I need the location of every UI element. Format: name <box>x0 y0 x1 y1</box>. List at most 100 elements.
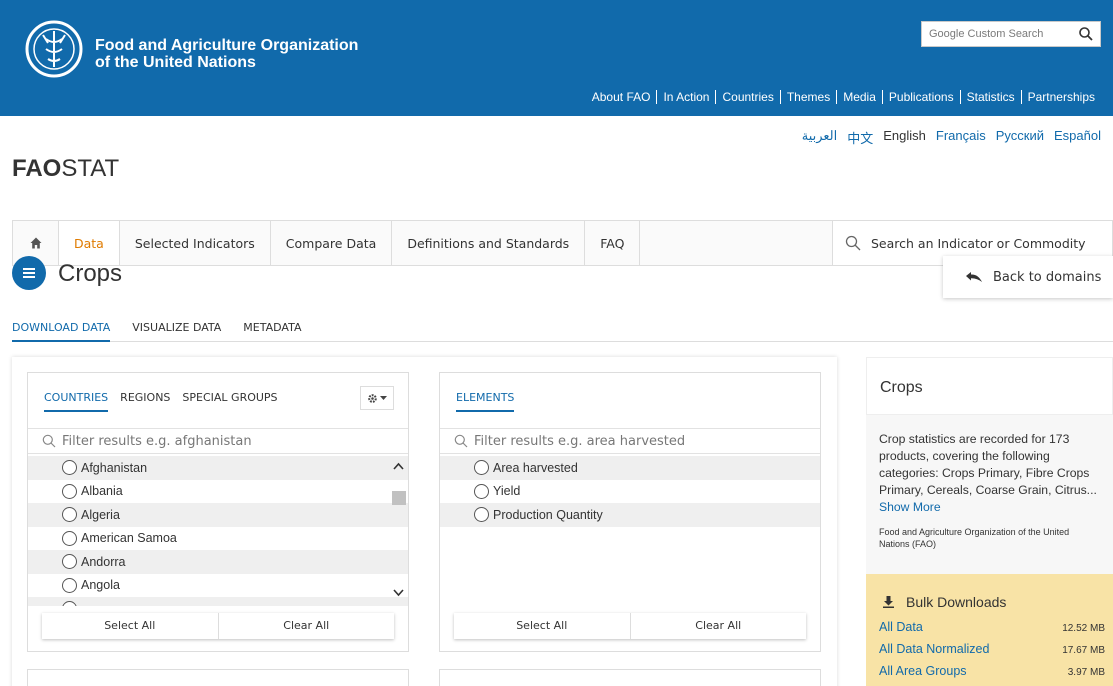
description-text: Crop statistics are recorded for 173 pro… <box>879 432 1097 497</box>
tab-countries[interactable]: COUNTRIES <box>44 391 109 412</box>
download-icon <box>883 596 894 608</box>
radio-button[interactable] <box>474 483 489 499</box>
lang-arabic[interactable]: العربية <box>802 128 838 147</box>
radio-button[interactable] <box>62 601 77 606</box>
lang-russian[interactable]: Русский <box>996 128 1044 147</box>
bulk-download-link[interactable]: All Data <box>879 620 923 634</box>
undo-icon <box>966 272 982 282</box>
domain-info-sidebar: Crops Crop statistics are recorded for 1… <box>866 357 1113 686</box>
search-icon <box>845 235 861 251</box>
list-item[interactable]: Yield <box>440 480 820 504</box>
countries-actions: Select All Clear All <box>42 613 394 639</box>
bulk-download-link[interactable]: All Area Groups <box>879 664 967 678</box>
list-item[interactable]: Afghanistan <box>28 456 408 480</box>
tab-elements[interactable]: ELEMENTS <box>456 391 515 412</box>
search-icon <box>42 434 56 448</box>
back-to-domains-button[interactable]: Back to domains <box>943 256 1113 298</box>
nav-definitions-standards[interactable]: Definitions and Standards <box>392 221 586 265</box>
bulk-download-link[interactable]: All Data Normalized <box>879 642 989 656</box>
site-header: Food and Agriculture Organization of the… <box>0 0 1113 116</box>
bulk-download-item[interactable]: All Data 12.52 MB <box>879 616 1105 638</box>
show-more-link[interactable]: Show More <box>879 500 941 514</box>
list-item[interactable] <box>28 597 408 606</box>
option-label: American Samoa <box>81 531 177 546</box>
top-nav-countries[interactable]: Countries <box>715 90 779 104</box>
countries-selector-tabs: COUNTRIES REGIONS SPECIAL GROUPS <box>44 391 278 412</box>
lang-english[interactable]: English <box>883 128 926 147</box>
elements-actions: Select All Clear All <box>454 613 806 639</box>
sidebar-description: Crop statistics are recorded for 173 pro… <box>866 415 1113 516</box>
radio-button[interactable] <box>62 530 77 546</box>
option-label: Afghanistan <box>81 460 148 475</box>
top-nav-publications[interactable]: Publications <box>881 90 960 104</box>
chevron-down-icon[interactable] <box>393 589 404 597</box>
lang-chinese[interactable]: 中文 <box>847 128 873 147</box>
google-search-box[interactable]: Google Custom Search <box>921 21 1101 47</box>
fao-logo[interactable] <box>24 19 84 79</box>
tab-regions[interactable]: REGIONS <box>120 391 170 412</box>
lang-spanish[interactable]: Español <box>1054 128 1101 147</box>
nav-selected-indicators[interactable]: Selected Indicators <box>120 221 271 265</box>
radio-button[interactable] <box>474 507 489 523</box>
radio-button[interactable] <box>62 554 77 570</box>
org-name[interactable]: Food and Agriculture Organization of the… <box>95 37 358 71</box>
bulk-download-item[interactable]: All Area Groups 3.97 MB <box>879 660 1105 682</box>
file-size: 17.67 MB <box>1062 645 1105 656</box>
tab-special-groups[interactable]: SPECIAL GROUPS <box>182 391 277 412</box>
list-item[interactable]: Area harvested <box>440 456 820 480</box>
nav-faq[interactable]: FAQ <box>585 221 641 265</box>
countries-filter-placeholder: Filter results e.g. afghanistan <box>62 433 252 449</box>
domain-menu-button[interactable] <box>12 256 46 290</box>
lang-french[interactable]: Français <box>936 128 986 147</box>
elements-filter-placeholder: Filter results e.g. area harvested <box>474 433 686 449</box>
radio-button[interactable] <box>62 507 77 523</box>
google-search-placeholder: Google Custom Search <box>929 28 1044 40</box>
nav-compare-data[interactable]: Compare Data <box>271 221 393 265</box>
top-nav-statistics[interactable]: Statistics <box>959 90 1021 104</box>
radio-button[interactable] <box>62 577 77 593</box>
select-all-button[interactable]: Select All <box>42 613 218 639</box>
list-item[interactable]: American Samoa <box>28 527 408 551</box>
tab-visualize-data[interactable]: VISUALIZE DATA <box>132 321 221 342</box>
next-selector <box>439 669 821 686</box>
countries-selector: COUNTRIES REGIONS SPECIAL GROUPS Filter … <box>27 372 409 652</box>
elements-selector: ELEMENTS Filter results e.g. area harves… <box>439 372 821 652</box>
radio-button[interactable] <box>474 460 489 476</box>
scrollbar-thumb[interactable] <box>392 491 406 505</box>
tab-metadata[interactable]: METADATA <box>243 321 301 342</box>
elements-selector-tabs: ELEMENTS <box>456 391 515 412</box>
list-item[interactable]: Andorra <box>28 550 408 574</box>
list-item[interactable]: Production Quantity <box>440 503 820 527</box>
option-label: Albania <box>81 484 123 499</box>
clear-all-button[interactable]: Clear All <box>217 613 395 639</box>
list-item[interactable]: Albania <box>28 480 408 504</box>
site-title[interactable]: FAOSTAT <box>12 155 119 183</box>
top-nav-in-action[interactable]: In Action <box>656 90 715 104</box>
top-nav-themes[interactable]: Themes <box>779 90 836 104</box>
select-all-button[interactable]: Select All <box>454 613 630 639</box>
top-nav-media[interactable]: Media <box>836 90 882 104</box>
chevron-up-icon[interactable] <box>393 462 404 470</box>
nav-data[interactable]: Data <box>59 221 120 265</box>
clear-all-button[interactable]: Clear All <box>629 613 807 639</box>
search-icon[interactable] <box>1078 26 1094 42</box>
option-label: Andorra <box>81 554 126 569</box>
radio-button[interactable] <box>62 483 77 499</box>
countries-filter[interactable]: Filter results e.g. afghanistan <box>28 428 408 454</box>
elements-filter[interactable]: Filter results e.g. area harvested <box>440 428 820 454</box>
back-to-domains-label: Back to domains <box>993 269 1102 285</box>
download-panel: COUNTRIES REGIONS SPECIAL GROUPS Filter … <box>12 357 837 686</box>
list-item[interactable]: Angola <box>28 574 408 598</box>
countries-scrollbar[interactable] <box>390 456 407 606</box>
top-nav-partnerships[interactable]: Partnerships <box>1020 90 1101 104</box>
bulk-title-label: Bulk Downloads <box>906 594 1007 610</box>
top-nav-about[interactable]: About FAO <box>586 90 657 104</box>
bulk-download-item[interactable]: All Data Normalized 17.67 MB <box>879 638 1105 660</box>
settings-dropdown[interactable] <box>360 386 394 410</box>
file-size: 12.52 MB <box>1062 623 1105 634</box>
option-label: Production Quantity <box>493 507 603 522</box>
list-item[interactable]: Algeria <box>28 503 408 527</box>
tab-download-data[interactable]: DOWNLOAD DATA <box>12 321 111 342</box>
home-icon <box>30 237 41 249</box>
radio-button[interactable] <box>62 460 77 476</box>
